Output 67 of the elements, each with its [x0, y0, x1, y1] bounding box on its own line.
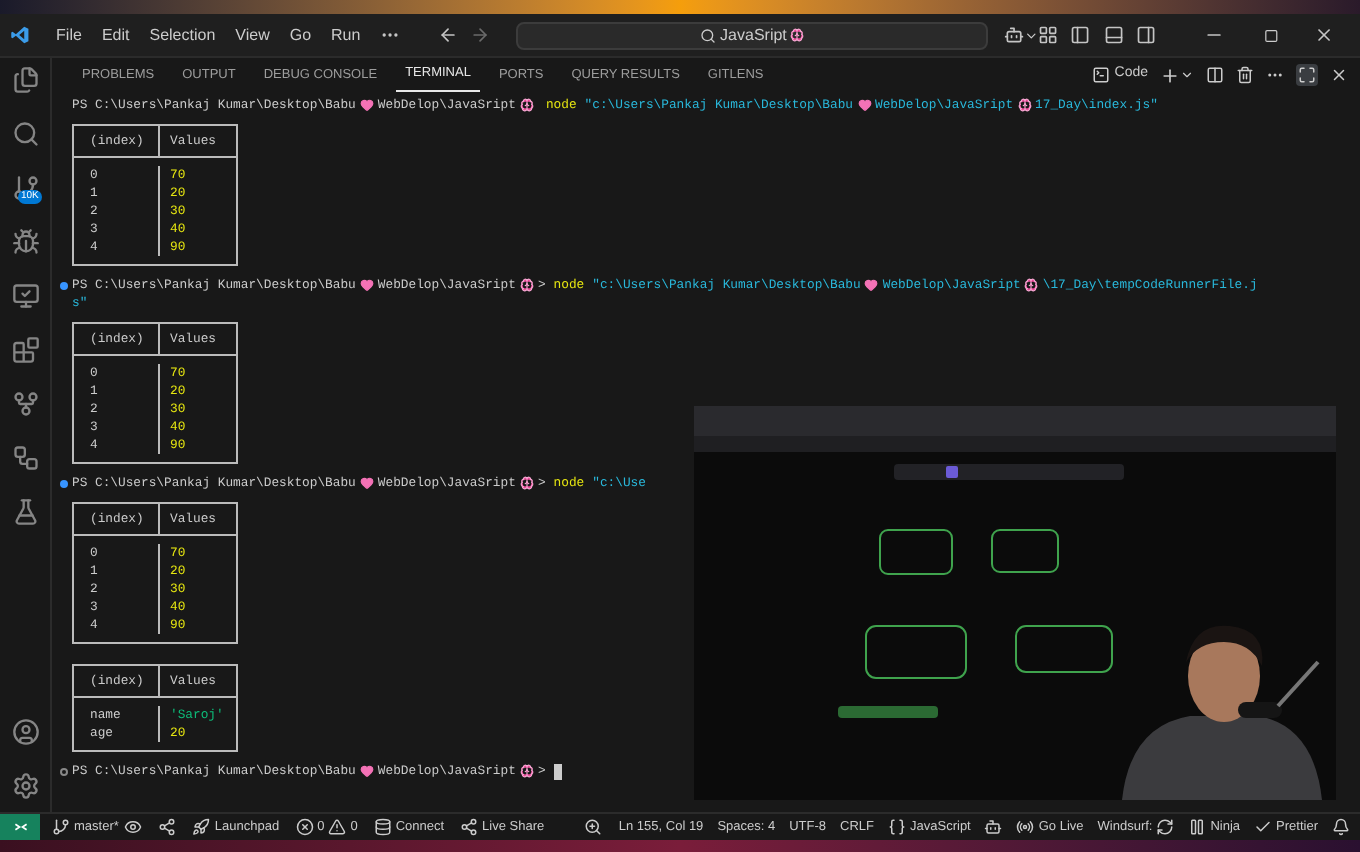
run-debug-icon[interactable]	[11, 228, 39, 256]
maximize-panel-icon[interactable]	[1296, 64, 1318, 86]
extensions-icon[interactable]	[11, 336, 39, 364]
secondary-sidebar-icon[interactable]	[1135, 24, 1156, 46]
brain-icon	[790, 28, 805, 42]
trash-icon[interactable]	[1236, 66, 1254, 84]
add-terminal-icon[interactable]	[1160, 65, 1180, 85]
heart-icon	[359, 476, 374, 490]
copilot-icon[interactable]	[1004, 24, 1025, 46]
forward-icon[interactable]	[470, 24, 491, 46]
eye-icon[interactable]	[124, 818, 143, 836]
warning-icon	[328, 818, 347, 836]
rocket-icon	[192, 818, 211, 836]
heart-icon	[857, 98, 872, 112]
braces-icon	[888, 818, 907, 836]
settings-icon[interactable]	[11, 772, 39, 800]
flask-icon[interactable]	[11, 498, 39, 526]
terminal-icon	[1092, 66, 1111, 84]
command-search-field[interactable]: JavaSript	[516, 21, 989, 49]
account-icon[interactable]	[11, 718, 39, 746]
chevron-icon[interactable]	[1180, 68, 1194, 82]
maximize-icon[interactable]	[1263, 27, 1278, 43]
close-icon[interactable]	[1313, 24, 1335, 46]
pause-icon	[1188, 818, 1207, 836]
heart-icon	[359, 764, 374, 778]
menu-item[interactable]: Go	[279, 19, 322, 51]
search-text: JavaSript	[720, 23, 787, 47]
workflow-icon[interactable]	[11, 444, 39, 472]
share-icon	[460, 818, 479, 836]
bell-icon[interactable]	[1332, 818, 1350, 836]
heart-icon	[359, 278, 374, 292]
search-icon	[700, 27, 717, 43]
brain-icon	[519, 764, 534, 778]
zoom-icon[interactable]	[584, 818, 603, 836]
remote-button[interactable]	[0, 814, 40, 840]
layout-icon[interactable]	[1038, 24, 1059, 46]
brain-icon	[1024, 278, 1039, 292]
remote-icon	[13, 820, 27, 834]
brain-icon	[519, 98, 534, 112]
fork-icon[interactable]	[11, 390, 39, 418]
broadcast-icon	[1016, 818, 1035, 836]
split-icon[interactable]	[1206, 66, 1224, 84]
brain-icon	[519, 278, 534, 292]
panel-toggle-icon[interactable]	[1103, 24, 1124, 46]
database-icon	[373, 818, 392, 836]
error-icon	[295, 818, 314, 836]
logo-icon	[10, 24, 31, 46]
heart-icon	[864, 278, 879, 292]
brain-icon	[1017, 98, 1032, 112]
branch-icon	[52, 818, 70, 836]
heart-icon	[359, 98, 374, 112]
check-icon	[1254, 818, 1273, 836]
back-icon[interactable]	[438, 24, 459, 46]
graph-icon[interactable]	[158, 818, 177, 836]
menu-item[interactable]: Edit	[91, 19, 140, 51]
close-panel-icon[interactable]	[1330, 66, 1348, 84]
menu-item[interactable]: File	[46, 19, 92, 51]
menu-item[interactable]: Selection	[139, 19, 226, 51]
brain-icon	[519, 476, 534, 490]
files-icon[interactable]	[11, 66, 39, 94]
search-icon[interactable]	[11, 120, 39, 148]
menu-item[interactable]: Run	[321, 19, 371, 51]
menu-item[interactable]: View	[225, 19, 280, 51]
sidebar-toggle-icon[interactable]	[1070, 24, 1092, 46]
remote-explorer-icon[interactable]	[11, 282, 39, 310]
refresh-icon	[1156, 818, 1175, 836]
copilot-icon[interactable]	[984, 818, 1003, 836]
